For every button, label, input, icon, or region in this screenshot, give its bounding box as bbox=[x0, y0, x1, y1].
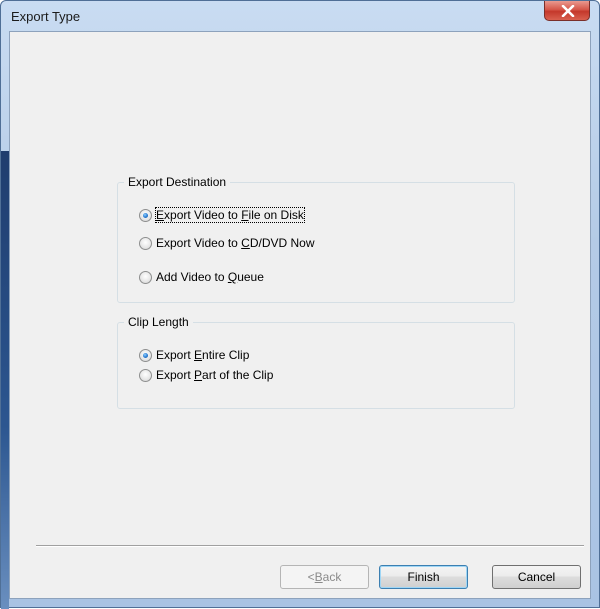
clip-length-group: Clip Length Export Entire Clip Export Pa… bbox=[117, 315, 515, 409]
radio-label: Add Video to Queue bbox=[156, 270, 264, 284]
dialog-body: Export Destination Export Video to File … bbox=[9, 31, 591, 599]
finish-button[interactable]: Finish bbox=[379, 565, 468, 589]
radio-button-icon[interactable] bbox=[139, 348, 152, 362]
back-button[interactable]: < Back bbox=[280, 565, 369, 589]
clip-length-legend: Clip Length bbox=[124, 315, 193, 329]
window-title: Export Type bbox=[11, 9, 81, 24]
window-frame-accent bbox=[1, 151, 9, 609]
title-bar[interactable]: Export Type bbox=[1, 1, 599, 31]
export-destination-legend: Export Destination bbox=[124, 175, 231, 189]
radio-label: Export Video to CD/DVD Now bbox=[156, 236, 315, 250]
radio-add-to-queue[interactable]: Add Video to Queue bbox=[139, 269, 264, 285]
radio-label: Export Part of the Clip bbox=[156, 368, 274, 382]
close-button[interactable] bbox=[544, 1, 590, 21]
radio-button-icon[interactable] bbox=[139, 208, 152, 222]
radio-button-icon[interactable] bbox=[139, 270, 152, 284]
radio-export-entire-clip[interactable]: Export Entire Clip bbox=[139, 347, 249, 363]
close-icon bbox=[561, 5, 575, 17]
radio-label: Export Entire Clip bbox=[156, 348, 250, 362]
cancel-button[interactable]: Cancel bbox=[492, 565, 581, 589]
radio-button-icon[interactable] bbox=[139, 236, 152, 250]
button-separator bbox=[36, 545, 584, 547]
radio-export-part-of-clip[interactable]: Export Part of the Clip bbox=[139, 367, 273, 383]
radio-export-cd-dvd-now[interactable]: Export Video to CD/DVD Now bbox=[139, 235, 315, 251]
export-type-dialog: Export Type Export Destination Export Vi… bbox=[0, 0, 600, 609]
radio-label: Export Video to File on Disk bbox=[155, 207, 305, 223]
export-destination-group: Export Destination Export Video to File … bbox=[117, 175, 515, 303]
radio-button-icon[interactable] bbox=[139, 368, 152, 382]
radio-export-file-on-disk[interactable]: Export Video to File on Disk bbox=[139, 207, 305, 223]
